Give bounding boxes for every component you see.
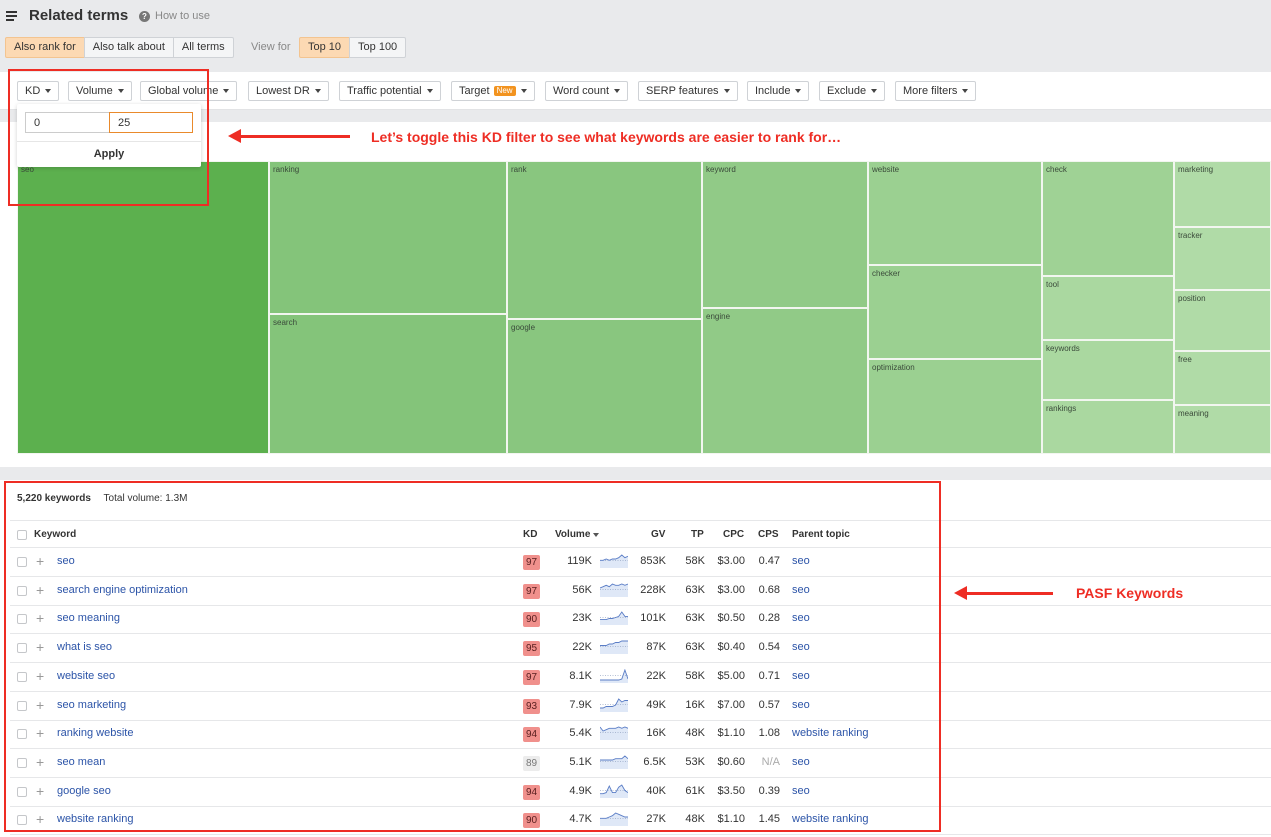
treemap-cell-label: tool bbox=[1046, 280, 1059, 289]
arrow-left-icon bbox=[954, 586, 1053, 600]
tab-top-100[interactable]: Top 100 bbox=[349, 37, 407, 58]
treemap-cell-label: search bbox=[273, 318, 298, 327]
treemap-cell-label: google bbox=[511, 323, 536, 332]
treemap-cell-tracker[interactable]: tracker bbox=[1174, 227, 1271, 290]
treemap-cell-label: engine bbox=[706, 312, 731, 321]
filter-label: More filters bbox=[903, 85, 958, 97]
how-to-use-label: How to use bbox=[155, 10, 211, 22]
treemap-cell-label: position bbox=[1178, 294, 1206, 303]
filter-label: Exclude bbox=[827, 85, 867, 97]
mode-tabs: Also rank for Also talk about All terms bbox=[5, 37, 234, 58]
filter-include[interactable]: Include bbox=[747, 81, 810, 101]
filter-label: Target bbox=[459, 85, 490, 97]
page-title: Related terms bbox=[29, 7, 129, 24]
filter-more-filters[interactable]: More filters bbox=[895, 81, 977, 101]
treemap-cell-label: tracker bbox=[1178, 231, 1203, 240]
treemap-cell-position[interactable]: position bbox=[1174, 290, 1271, 351]
treemap-cell-label: marketing bbox=[1178, 165, 1214, 174]
caret-down-icon bbox=[723, 89, 730, 93]
tab-top-10[interactable]: Top 10 bbox=[299, 37, 351, 58]
kd-annotation-text: Let’s toggle this KD filter to see what … bbox=[371, 129, 842, 145]
treemap-cell-label: keywords bbox=[1046, 344, 1080, 353]
treemap-cell-label: check bbox=[1046, 165, 1067, 174]
treemap-cell-search[interactable]: search bbox=[269, 314, 507, 454]
question-circle-icon: ? bbox=[139, 10, 150, 22]
treemap-cell-check[interactable]: check bbox=[1042, 161, 1174, 276]
caret-down-icon bbox=[223, 89, 230, 93]
treemap-cell-ranking[interactable]: ranking bbox=[269, 161, 507, 314]
filter-label: Lowest DR bbox=[256, 85, 310, 97]
how-to-use-link[interactable]: ? How to use bbox=[139, 10, 210, 22]
filter-label: Traffic potential bbox=[347, 85, 422, 97]
treemap-cell-label: ranking bbox=[273, 165, 300, 174]
treemap-cell-meaning[interactable]: meaning bbox=[1174, 405, 1271, 454]
treemap-cell-rank[interactable]: rank bbox=[507, 161, 702, 319]
treemap-cell-marketing[interactable]: marketing bbox=[1174, 161, 1271, 227]
pasf-annotation-text: PASF Keywords bbox=[1076, 585, 1184, 601]
treemap-cell-label: keyword bbox=[706, 165, 736, 174]
treemap-cell-label: meaning bbox=[1178, 409, 1209, 418]
view-for-tabs: Top 10 Top 100 bbox=[299, 37, 407, 58]
treemap-cell-label: rank bbox=[511, 165, 527, 174]
filter-lowest-dr[interactable]: Lowest DR bbox=[248, 81, 329, 101]
new-badge: New bbox=[493, 86, 516, 96]
treemap-cell-label: free bbox=[1178, 355, 1192, 364]
caret-down-icon bbox=[795, 89, 802, 93]
treemap-cell-google[interactable]: google bbox=[507, 319, 702, 454]
tab-also-rank-for[interactable]: Also rank for bbox=[5, 37, 85, 58]
tab-also-talk-about[interactable]: Also talk about bbox=[83, 37, 174, 58]
view-for-label: View for bbox=[251, 41, 291, 53]
treemap-cell-tool[interactable]: tool bbox=[1042, 276, 1174, 340]
treemap-cell-label: rankings bbox=[1046, 404, 1077, 413]
treemap-cell-keywords[interactable]: keywords bbox=[1042, 340, 1174, 400]
caret-down-icon bbox=[426, 89, 433, 93]
treemap-cell-engine[interactable]: engine bbox=[702, 308, 868, 454]
treemap-cell-keyword[interactable]: keyword bbox=[702, 161, 868, 308]
arrow-left-icon bbox=[228, 129, 350, 143]
filter-serp-features[interactable]: SERP features bbox=[638, 81, 738, 101]
tab-all-terms[interactable]: All terms bbox=[172, 37, 234, 58]
caret-down-icon bbox=[520, 89, 527, 93]
treemap-cell-free[interactable]: free bbox=[1174, 351, 1271, 405]
treemap-cell-checker[interactable]: checker bbox=[868, 265, 1042, 359]
treemap-cell-label: optimization bbox=[872, 363, 915, 372]
filter-traffic-potential[interactable]: Traffic potential bbox=[339, 81, 441, 101]
filter-label: Word count bbox=[553, 85, 610, 97]
caret-down-icon bbox=[314, 89, 321, 93]
kd-highlight-box bbox=[8, 69, 209, 206]
divider bbox=[10, 834, 1271, 835]
treemap-cell-rankings[interactable]: rankings bbox=[1042, 400, 1174, 454]
filter-target[interactable]: Target New bbox=[451, 81, 535, 101]
filter-label: Include bbox=[755, 85, 791, 97]
treemap-cell-label: website bbox=[872, 165, 900, 174]
hamburger-icon[interactable] bbox=[6, 11, 17, 21]
treemap-cell-optimization[interactable]: optimization bbox=[868, 359, 1042, 454]
page-header: Related terms ? How to use bbox=[0, 0, 1271, 32]
filter-exclude[interactable]: Exclude bbox=[819, 81, 886, 101]
caret-down-icon bbox=[871, 89, 878, 93]
treemap-cell-website[interactable]: website bbox=[868, 161, 1042, 265]
treemap-cell-label: checker bbox=[872, 269, 901, 278]
caret-down-icon bbox=[962, 89, 969, 93]
caret-down-icon bbox=[614, 89, 621, 93]
pasf-highlight-box bbox=[4, 481, 941, 832]
filter-label: SERP features bbox=[646, 85, 719, 97]
filter-word-count[interactable]: Word count bbox=[545, 81, 629, 101]
